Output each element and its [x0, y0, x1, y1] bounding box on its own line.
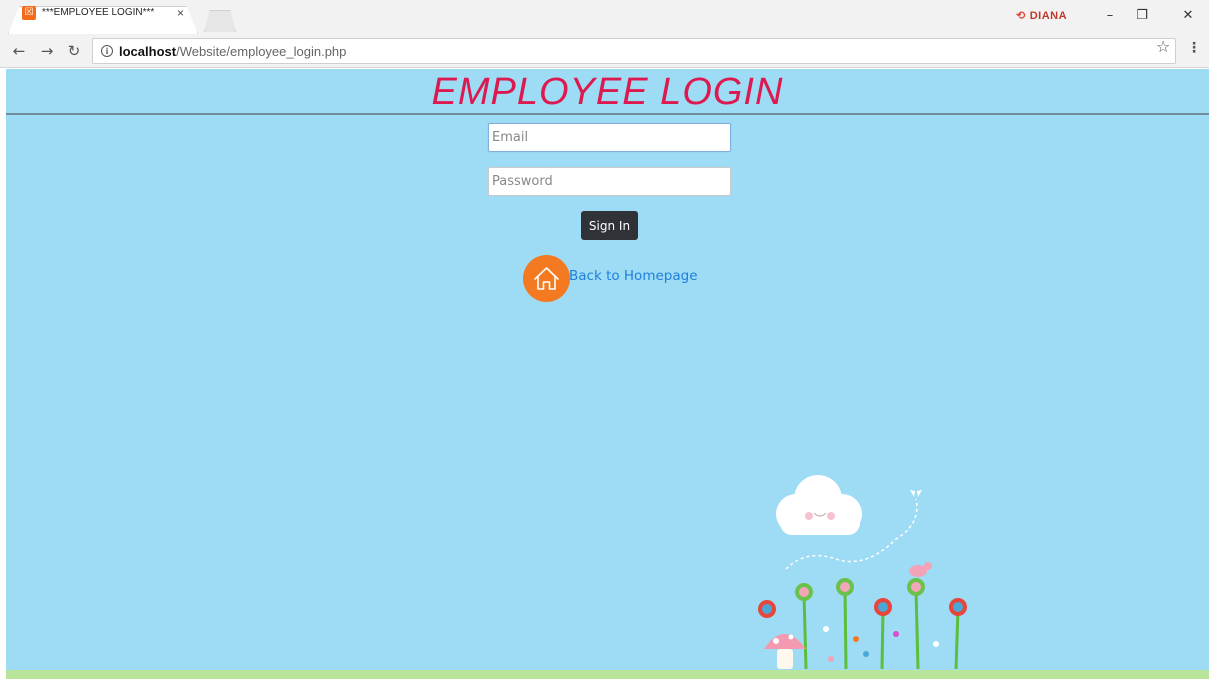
- bird-icon: [909, 562, 932, 577]
- browser-toolbar: ← → ↻ i localhost/Website/employee_login…: [0, 34, 1209, 68]
- password-field[interactable]: [488, 167, 731, 196]
- page-title: EMPLOYEE LOGIN: [431, 71, 784, 113]
- sign-in-button[interactable]: Sign In: [581, 211, 638, 240]
- garden-illustration: [758, 475, 967, 670]
- forward-arrow-icon[interactable]: →: [38, 42, 56, 60]
- sync-icon: ⟲: [1016, 10, 1026, 22]
- restore-icon[interactable]: ❐: [1133, 8, 1151, 23]
- page-header: EMPLOYEE LOGIN: [6, 69, 1209, 115]
- tab-title[interactable]: ***EMPLOYEE LOGIN***: [42, 7, 154, 18]
- reload-icon[interactable]: ↻: [65, 42, 83, 60]
- cloud-icon: [776, 475, 862, 535]
- address-bar[interactable]: i localhost/Website/employee_login.php: [92, 38, 1176, 64]
- home-icon[interactable]: [523, 255, 570, 302]
- profile-name: DIANA: [1029, 10, 1068, 22]
- menu-icon[interactable]: ⋮: [1187, 40, 1201, 56]
- grass-strip: [6, 670, 1209, 679]
- mushroom-icon: [764, 634, 806, 669]
- back-arrow-icon[interactable]: ←: [10, 42, 28, 60]
- info-icon[interactable]: i: [101, 45, 113, 57]
- page-viewport: EMPLOYEE LOGIN Sign In Back to Homepage: [6, 69, 1209, 679]
- email-field[interactable]: [488, 123, 731, 152]
- star-icon[interactable]: ☆: [1156, 37, 1170, 56]
- new-tab-button[interactable]: [204, 10, 236, 32]
- tab-close-icon[interactable]: ×: [177, 6, 184, 20]
- close-icon[interactable]: ✕: [1179, 8, 1197, 23]
- tab-strip: ☒ ***EMPLOYEE LOGIN*** × ⟲ DIANA – ❐ ✕: [0, 0, 1209, 34]
- profile-button[interactable]: ⟲ DIANA: [1016, 9, 1067, 22]
- back-to-homepage-link[interactable]: Back to Homepage: [569, 268, 698, 284]
- xampp-favicon-icon: ☒: [22, 6, 36, 20]
- butterfly-icon: [910, 490, 922, 497]
- url-text[interactable]: localhost/Website/employee_login.php: [119, 44, 346, 59]
- minimize-icon[interactable]: –: [1101, 8, 1119, 23]
